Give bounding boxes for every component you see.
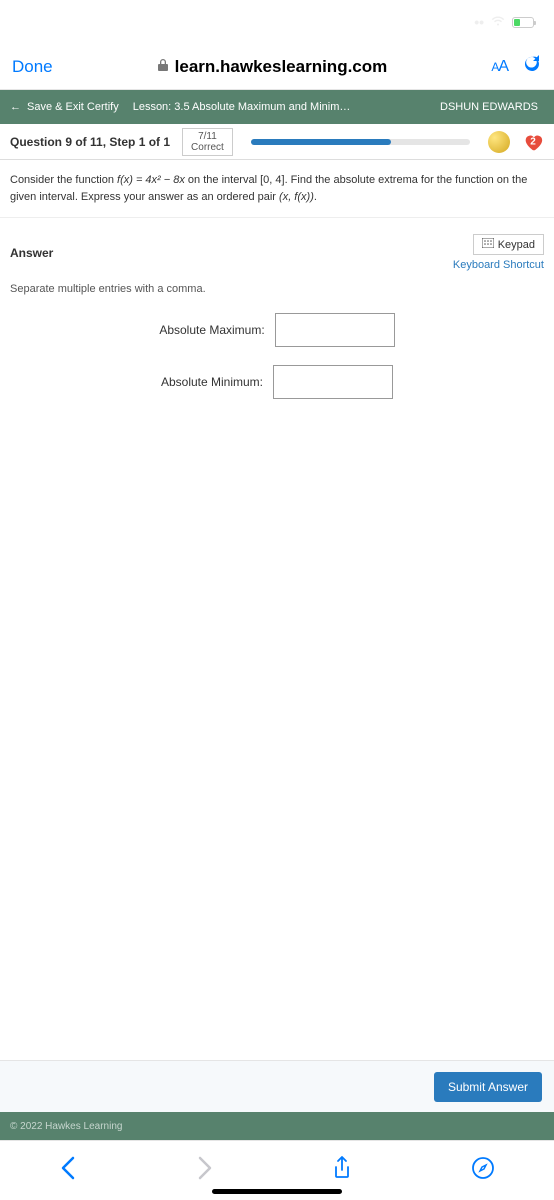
safari-button[interactable] xyxy=(471,1156,495,1186)
signal-icon: •• xyxy=(474,14,484,30)
absolute-max-label: Absolute Maximum: xyxy=(159,323,264,337)
status-time: 5:19 xyxy=(20,14,50,31)
progress-bar xyxy=(251,139,470,145)
text-size-button[interactable]: AA xyxy=(491,58,508,76)
answer-header: Answer Keypad Keyboard Shortcut xyxy=(0,218,554,275)
lives-heart: 2 xyxy=(522,131,544,153)
lock-icon xyxy=(157,58,169,75)
ios-status-bar: 5:19 •• xyxy=(0,0,554,44)
coin-icon xyxy=(488,131,510,153)
url-display[interactable]: learn.hawkeslearning.com xyxy=(67,57,478,77)
browser-toolbar: Done learn.hawkeslearning.com AA xyxy=(0,44,554,90)
nav-forward-button[interactable] xyxy=(196,1155,214,1187)
url-text: learn.hawkeslearning.com xyxy=(175,57,388,77)
problem-statement: Consider the function f(x) = 4x² − 8x on… xyxy=(0,160,554,218)
answer-heading: Answer xyxy=(10,246,53,260)
copyright-text: © 2022 Hawkes Learning xyxy=(10,1121,122,1132)
submit-answer-button[interactable]: Submit Answer xyxy=(434,1072,542,1102)
submit-bar: Submit Answer xyxy=(0,1060,554,1112)
app-header: ← Save & Exit Certify Lesson: 3.5 Absolu… xyxy=(0,90,554,124)
ios-bottom-nav xyxy=(0,1140,554,1200)
user-name[interactable]: DSHUN EDWARDS xyxy=(440,101,544,113)
status-right-cluster: •• xyxy=(474,14,534,30)
share-button[interactable] xyxy=(332,1155,352,1187)
absolute-min-label: Absolute Minimum: xyxy=(161,375,263,389)
keypad-icon xyxy=(482,238,494,251)
score-box: 7/11 Correct xyxy=(182,128,233,156)
footer: © 2022 Hawkes Learning xyxy=(0,1112,554,1140)
question-info-bar: Question 9 of 11, Step 1 of 1 7/11 Corre… xyxy=(0,124,554,160)
lesson-title: Lesson: 3.5 Absolute Maximum and Minim… xyxy=(133,101,426,113)
save-exit-button[interactable]: ← Save & Exit Certify xyxy=(10,101,119,113)
absolute-max-input[interactable] xyxy=(275,313,395,347)
lives-count: 2 xyxy=(530,136,536,147)
absolute-min-input[interactable] xyxy=(273,365,393,399)
absolute-min-row: Absolute Minimum: xyxy=(10,365,544,399)
refresh-button[interactable] xyxy=(522,54,542,80)
battery-icon xyxy=(512,17,534,28)
answer-body: Separate multiple entries with a comma. … xyxy=(0,275,554,419)
done-button[interactable]: Done xyxy=(12,57,53,77)
answer-hint: Separate multiple entries with a comma. xyxy=(10,283,544,295)
wifi-icon xyxy=(490,14,506,30)
absolute-max-row: Absolute Maximum: xyxy=(10,313,544,347)
back-arrow-icon: ← xyxy=(10,101,21,113)
question-label: Question 9 of 11, Step 1 of 1 xyxy=(10,135,170,149)
keyboard-shortcut-link[interactable]: Keyboard Shortcut xyxy=(453,259,544,271)
home-indicator[interactable] xyxy=(212,1189,342,1194)
nav-back-button[interactable] xyxy=(59,1155,77,1187)
keypad-button[interactable]: Keypad xyxy=(473,234,544,255)
